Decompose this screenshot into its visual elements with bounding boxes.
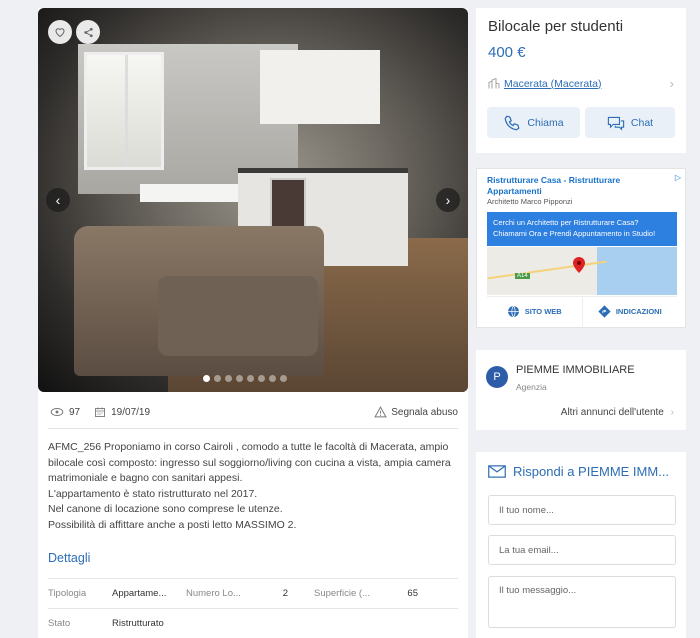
spec-label-numero-locali: Numero Lo... <box>186 588 241 599</box>
report-abuse-link[interactable]: Segnala abuso <box>374 406 458 418</box>
contact-form-card: Rispondi a PIEMME IMM... <box>476 452 686 638</box>
pagination-dot[interactable] <box>225 375 232 382</box>
spec-value-numero-locali: 2 <box>282 588 288 599</box>
chevron-right-icon: › <box>670 407 674 418</box>
photo-window <box>84 52 164 170</box>
listing-description: AFMC_256 Proponiamo in corso Cairoli , c… <box>48 440 458 534</box>
photo-gallery[interactable]: ‹ › <box>38 8 468 392</box>
call-button[interactable]: Chiama <box>487 107 580 138</box>
listing-title: Bilocale per studenti <box>488 18 624 35</box>
pagination-dot[interactable] <box>236 375 243 382</box>
map-pin-icon <box>573 257 585 278</box>
other-ads-link[interactable]: Altri annunci dell'utente › <box>561 407 674 418</box>
reply-heading-text: Rispondi a PIEMME IMM... <box>513 464 670 479</box>
report-abuse-label: Segnala abuso <box>391 406 458 418</box>
spec-label-stato: Stato <box>48 618 71 629</box>
location-text: Macerata (Macerata) <box>504 77 602 90</box>
pagination-dot[interactable] <box>214 375 221 382</box>
phone-icon <box>505 115 520 130</box>
envelope-icon <box>488 465 506 478</box>
listing-price: 400 € <box>488 44 526 61</box>
views-value: 97 <box>69 406 81 418</box>
specs-table: Tipologia Appartame... Numero Lo... 2 Su… <box>48 578 458 638</box>
specs-row: Stato Ristrutturato <box>48 608 458 638</box>
location-link[interactable]: Macerata (Macerata) › <box>488 76 674 91</box>
directions-label: INDICAZIONI <box>615 307 662 316</box>
agency-type: Agenzia <box>516 382 547 392</box>
chat-button[interactable]: Chat <box>585 107 675 138</box>
photo-oven <box>270 178 306 228</box>
photo-pagination-dots[interactable] <box>203 375 287 382</box>
chat-icon <box>607 116 625 131</box>
divider <box>48 428 458 429</box>
map-road-label: A14 <box>515 273 530 279</box>
share-icon[interactable] <box>76 20 100 44</box>
spec-label-superficie: Superficie (... <box>314 588 370 599</box>
previous-photo-arrow-icon[interactable]: ‹ <box>46 188 70 212</box>
other-ads-label: Altri annunci dell'utente <box>560 407 664 418</box>
listing-main: ‹ › 97 19/07/19 Segnala abuso AFMC_256 P… <box>38 8 468 638</box>
ad-headline[interactable]: Ristrutturare Casa - Ristrutturare Appar… <box>487 175 667 197</box>
pagination-dot[interactable] <box>247 375 254 382</box>
photo-upper-cabinets <box>260 50 380 124</box>
spec-label-tipologia: Tipologia <box>48 588 87 599</box>
call-label: Chiama <box>527 116 564 129</box>
pagination-dot[interactable] <box>280 375 287 382</box>
ad-actions: SITO WEB INDICAZIONI <box>487 296 677 326</box>
next-photo-arrow-icon[interactable]: › <box>436 188 460 212</box>
reply-heading: Rispondi a PIEMME IMM... <box>488 464 669 479</box>
publish-date: 19/07/19 <box>94 406 150 418</box>
agency-name[interactable]: PIEMME IMMOBILIARE <box>516 364 635 376</box>
views-count: 97 <box>50 407 80 418</box>
building-icon <box>488 78 500 89</box>
photo-sofa-seat <box>158 276 318 356</box>
description-paragraph: Nel canone di locazione sono comprese le… <box>48 503 283 516</box>
name-field[interactable] <box>488 495 676 525</box>
description-paragraph: L'appartamento è stato ristrutturato nel… <box>48 487 258 500</box>
directions-button[interactable]: INDICAZIONI <box>583 297 678 326</box>
globe-icon <box>507 305 519 318</box>
details-link[interactable]: Dettagli <box>48 551 90 565</box>
avatar[interactable]: P <box>486 366 508 388</box>
chat-label: Chat <box>630 116 654 129</box>
chevron-right-icon: › <box>669 76 674 91</box>
calendar-icon <box>95 407 106 417</box>
spec-value-superficie: 65 <box>407 588 418 599</box>
message-field[interactable] <box>488 576 676 628</box>
map-road <box>487 260 607 280</box>
photo-table <box>140 184 238 202</box>
pagination-dot[interactable] <box>258 375 265 382</box>
favorite-heart-icon[interactable] <box>48 20 72 44</box>
listing-meta: 97 19/07/19 Segnala abuso <box>50 400 458 424</box>
pagination-dot[interactable] <box>203 375 210 382</box>
email-field[interactable] <box>488 535 676 565</box>
description-paragraph: Possibilità di affittare anche a posti l… <box>48 518 297 531</box>
listing-summary-card: Bilocale per studenti 400 € Macerata (Ma… <box>476 8 686 153</box>
website-button[interactable]: SITO WEB <box>487 297 583 326</box>
ad-map[interactable]: A14 <box>487 247 677 295</box>
eye-icon <box>50 408 64 416</box>
advertisement-card[interactable]: ▷ Ristrutturare Casa - Ristrutturare App… <box>476 168 686 328</box>
spec-value-tipologia: Appartame... <box>112 588 167 599</box>
ad-advertiser: Architetto Marco Pipponzi <box>487 197 573 206</box>
directions-icon <box>598 305 611 318</box>
ad-info-icon[interactable]: ▷ <box>675 173 681 182</box>
specs-row: Tipologia Appartame... Numero Lo... 2 Su… <box>48 578 458 608</box>
agency-card: P PIEMME IMMOBILIARE Agenzia Altri annun… <box>476 350 686 430</box>
description-paragraph: AFMC_256 Proponiamo in corso Cairoli , c… <box>48 441 451 485</box>
pagination-dot[interactable] <box>269 375 276 382</box>
ad-body[interactable]: Cerchi un Architetto per Ristrutturare C… <box>487 212 677 246</box>
spec-numero-locali: Numero Lo... 2 <box>186 588 298 599</box>
warning-icon <box>374 406 388 418</box>
spec-superficie: Superficie (... 65 <box>298 588 428 599</box>
date-value: 19/07/19 <box>111 406 151 418</box>
website-label: SITO WEB <box>524 307 562 316</box>
spec-value-stato: Ristrutturato <box>112 618 164 629</box>
